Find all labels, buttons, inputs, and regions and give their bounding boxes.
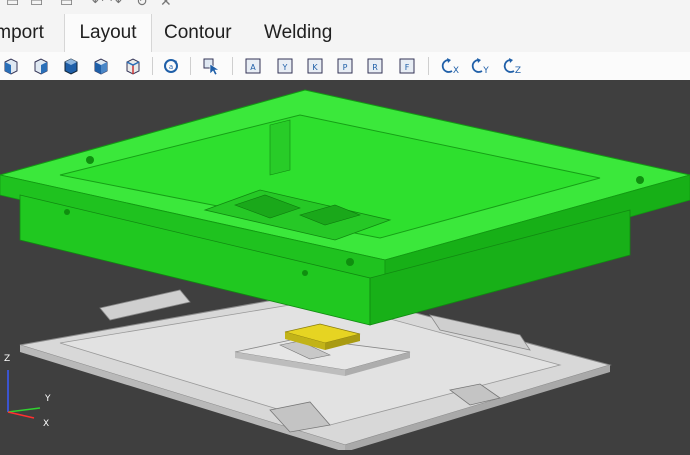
toolbar-separator: [232, 57, 233, 75]
axis-triad: Z Y X: [4, 354, 51, 429]
rotate-x-icon[interactable]: X: [440, 56, 462, 76]
rotate-y-icon[interactable]: Y: [470, 56, 492, 76]
axis-x-label: X: [43, 419, 49, 429]
ribbon-tab-bar: Import Layout Contour Welding: [0, 14, 690, 52]
redo-icon[interactable]: ↷: [110, 0, 122, 10]
view-left-cube-icon[interactable]: [2, 56, 20, 76]
view-a-icon[interactable]: A: [244, 56, 262, 76]
svg-text:K: K: [312, 63, 318, 72]
view-p-icon[interactable]: P: [336, 56, 354, 76]
svg-text:P: P: [343, 63, 348, 72]
svg-text:Y: Y: [482, 66, 489, 76]
svg-text:a: a: [169, 63, 173, 71]
svg-text:R: R: [372, 63, 378, 72]
toolbar-separator: [152, 57, 153, 75]
save-icon[interactable]: ▭: [60, 0, 73, 10]
svg-text:X: X: [453, 66, 459, 76]
view-f-icon[interactable]: F: [398, 56, 416, 76]
tab-layout[interactable]: Layout: [64, 14, 152, 52]
view-back-cube-icon[interactable]: [92, 56, 110, 76]
close-icon[interactable]: ✕: [160, 0, 172, 10]
toolbar-separator: [190, 57, 191, 75]
view-toolbar: a A Y K P R F X Y Z: [0, 52, 690, 81]
tab-import[interactable]: Import: [0, 14, 62, 52]
axis-z-label: Z: [4, 354, 10, 364]
open-file-icon[interactable]: ▭: [30, 0, 43, 10]
rotate-view-icon[interactable]: a: [162, 56, 180, 76]
toolbar-separator: [428, 57, 429, 75]
select-pointer-icon[interactable]: [202, 56, 220, 76]
view-right-cube-icon[interactable]: [32, 56, 50, 76]
svg-text:Y: Y: [282, 63, 288, 72]
cad-scene: Z Y X: [0, 89, 690, 452]
view-y-icon[interactable]: Y: [276, 56, 294, 76]
view-r-icon[interactable]: R: [366, 56, 384, 76]
rotate-icon[interactable]: ↻: [136, 0, 148, 10]
axis-y-label: Y: [44, 394, 51, 404]
new-file-icon[interactable]: ▭: [6, 0, 19, 10]
svg-text:F: F: [405, 63, 410, 72]
green-top-plate[interactable]: [0, 89, 690, 326]
3d-viewport[interactable]: Z Y X: [0, 80, 690, 452]
tab-welding[interactable]: Welding: [264, 14, 344, 52]
quick-access-toolbar: ▭ ▭ ▭ ↶ ↷ ↻ ✕: [0, 0, 690, 14]
tab-contour[interactable]: Contour: [164, 14, 244, 52]
svg-text:Z: Z: [515, 66, 521, 76]
undo-icon[interactable]: ↶: [92, 0, 104, 10]
view-k-icon[interactable]: K: [306, 56, 324, 76]
rotate-z-icon[interactable]: Z: [502, 56, 524, 76]
view-iso-cube-icon[interactable]: [124, 56, 142, 76]
svg-text:A: A: [250, 63, 256, 72]
view-front-cube-icon[interactable]: [62, 56, 80, 76]
